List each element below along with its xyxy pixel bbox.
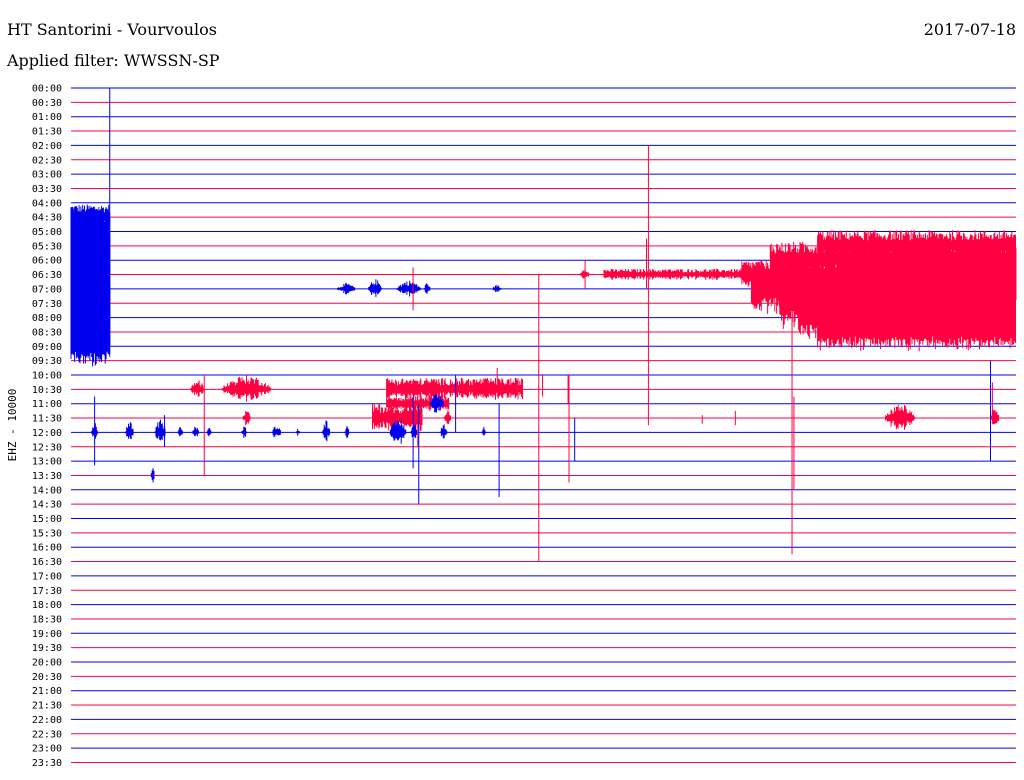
time-tick-label: 10:00: [32, 371, 62, 382]
time-tick-label: 13:30: [32, 471, 62, 482]
time-tick-label: 21:30: [32, 701, 62, 712]
channel-label: EHZ - 10000: [6, 389, 19, 462]
time-tick-label: 07:30: [32, 299, 62, 310]
seismic-event-44: [321, 420, 331, 442]
time-tick-label: 18:30: [32, 614, 62, 625]
time-tick-label: 08:30: [32, 327, 62, 338]
time-tick-label: 13:00: [32, 457, 62, 468]
seismic-event-39: [192, 426, 199, 437]
time-tick-label: 06:00: [32, 256, 62, 267]
time-tick-label: 00:00: [32, 84, 62, 95]
time-tick-label: 14:30: [32, 500, 62, 511]
seismic-event-42: [271, 426, 281, 438]
time-tick-label: 08:00: [32, 313, 62, 324]
time-tick-label: 20:00: [32, 658, 62, 669]
time-tick-label: 21:00: [32, 686, 62, 697]
time-tick-label: 16:00: [32, 543, 62, 554]
time-tick-label: 05:00: [32, 227, 62, 238]
seismic-event-13: [423, 283, 431, 294]
time-tick-label: 15:00: [32, 514, 62, 525]
seismic-event-33: [990, 409, 1000, 425]
time-tick-label: 22:00: [32, 715, 62, 726]
time-tick-label: 09:00: [32, 342, 62, 353]
time-tick-label: 04:00: [32, 198, 62, 209]
time-tick-label: 14:00: [32, 485, 62, 496]
helicorder-plot: EHZ - 10000 00:00 00:30 01:00 01:30 02:00 02:…: [6, 84, 1017, 769]
seismic-event-15: [579, 269, 589, 279]
time-tick-label: 05:30: [32, 241, 62, 252]
time-tick-label: 18:00: [32, 600, 62, 611]
time-tick-label: 07:00: [32, 284, 62, 295]
seismic-event-27: [386, 377, 523, 400]
seismic-event-32: [885, 405, 915, 430]
time-tick-label: 11:00: [32, 399, 62, 410]
time-tick-label: 04:30: [32, 213, 62, 224]
seismic-event-31: [443, 410, 452, 424]
seismic-event-14: [492, 284, 502, 292]
time-tick-label: 10:30: [32, 385, 62, 396]
time-tick-label: 02:00: [32, 141, 62, 152]
seismic-event-48: [440, 424, 448, 439]
time-tick-label: 22:30: [32, 729, 62, 740]
seismic-event-25: [190, 380, 205, 397]
time-tick-label: 23:30: [32, 758, 62, 769]
time-grid: 00:00 00:30 01:00 01:30 02:00 02:30 03:00 03:30…: [32, 84, 1016, 769]
time-tick-label: 06:30: [32, 270, 62, 281]
seismic-event-29: [242, 411, 251, 425]
seismic-event-50: [150, 468, 155, 483]
time-tick-label: 17:30: [32, 586, 62, 597]
time-tick-label: 16:30: [32, 557, 62, 568]
seismic-event-37: [154, 419, 166, 441]
time-tick-label: 09:30: [32, 356, 62, 367]
time-tick-label: 12:30: [32, 442, 62, 453]
time-tick-label: 00:30: [32, 98, 62, 109]
seismic-event-11: [368, 279, 382, 298]
seismic-event-26: [221, 375, 272, 402]
time-tick-label: 03:00: [32, 170, 62, 181]
time-tick-label: 19:30: [32, 643, 62, 654]
seismic-event-45: [344, 426, 350, 438]
seismic-event-49: [481, 426, 487, 436]
seismic-event-36: [125, 422, 134, 439]
time-tick-label: 19:00: [32, 629, 62, 640]
seismic-event-38: [177, 427, 183, 437]
time-tick-label: 03:30: [32, 184, 62, 195]
time-tick-label: 01:30: [32, 127, 62, 138]
time-tick-label: 02:30: [32, 155, 62, 166]
time-tick-label: 01:00: [32, 112, 62, 123]
time-tick-label: 11:30: [32, 414, 62, 425]
seismic-event-41: [241, 426, 247, 438]
time-tick-label: 20:30: [32, 672, 62, 683]
seismic-event-16: [603, 268, 743, 280]
time-tick-label: 23:00: [32, 744, 62, 755]
seismic-traces: [70, 88, 1017, 562]
time-tick-label: 17:00: [32, 571, 62, 582]
seismic-event-12: [396, 280, 421, 297]
seismic-event-40: [206, 428, 212, 437]
time-tick-label: 15:30: [32, 528, 62, 539]
seismic-event-10: [337, 283, 356, 295]
seismic-event-43: [295, 428, 300, 436]
time-tick-label: 12:00: [32, 428, 62, 439]
